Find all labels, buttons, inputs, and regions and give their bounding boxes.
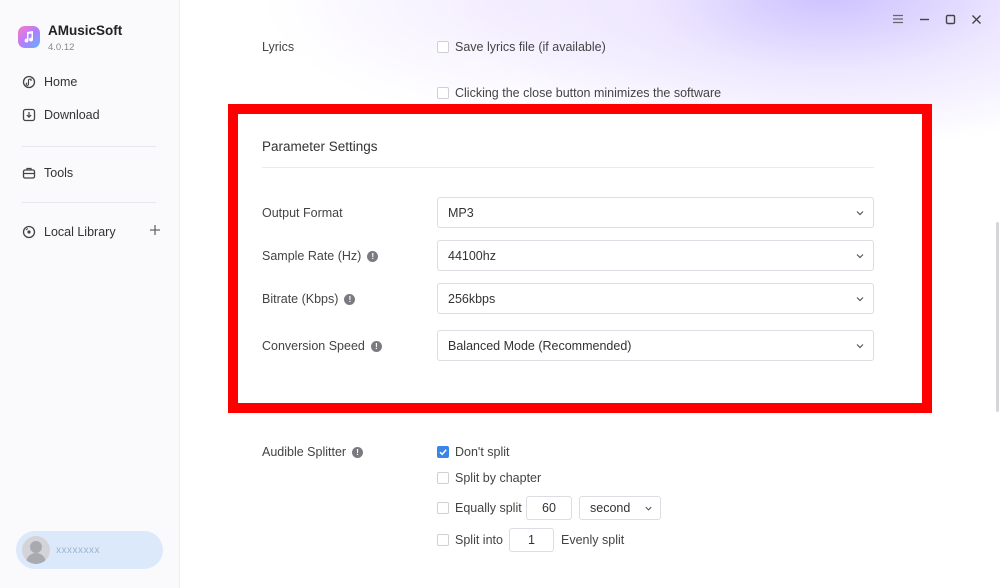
download-box-icon — [22, 108, 36, 122]
equally-split-value-input[interactable]: 60 — [526, 496, 572, 520]
split-unit-select[interactable]: second — [579, 496, 661, 520]
sample-rate-label-row: Sample Rate (Hz)! — [262, 249, 379, 263]
equally-split-checkbox[interactable] — [437, 502, 449, 514]
sample-rate-select[interactable]: 44100hz — [437, 240, 874, 271]
close-minimize-option[interactable]: Clicking the close button minimizes the … — [437, 86, 721, 100]
sidebar-item-label: Home — [44, 75, 78, 89]
chevron-down-icon — [856, 211, 864, 216]
chevron-down-icon — [645, 506, 652, 511]
sidebar-item-local-library[interactable]: Local Library — [22, 222, 162, 242]
close-icon — [971, 14, 981, 24]
plus-icon — [150, 225, 160, 235]
dont-split-checkbox[interactable] — [437, 446, 449, 458]
menu-icon — [893, 14, 903, 24]
output-format-value: MP3 — [448, 205, 474, 220]
close-minimize-checkbox[interactable] — [437, 87, 449, 99]
section-title: Parameter Settings — [262, 139, 378, 154]
minimize-icon — [919, 18, 929, 20]
window-controls — [892, 13, 982, 25]
maximize-icon — [945, 14, 955, 24]
sidebar-divider — [22, 202, 156, 203]
app-version: 4.0.12 — [48, 42, 75, 53]
add-library-button[interactable] — [148, 224, 162, 238]
dont-split-label: Don't split — [455, 445, 510, 459]
conversion-speed-value: Balanced Mode (Recommended) — [448, 338, 632, 353]
header-gradient — [260, 0, 760, 120]
app-window: AMusicSoft 4.0.12 Home Download Tools Lo… — [0, 0, 1000, 588]
avatar — [22, 536, 50, 564]
info-icon[interactable]: ! — [352, 447, 364, 459]
conversion-speed-select[interactable]: Balanced Mode (Recommended) — [437, 330, 874, 361]
scrollbar[interactable] — [996, 222, 999, 412]
sidebar-item-label: Download — [44, 108, 100, 122]
split-into-label: Split into — [455, 533, 503, 547]
conversion-speed-label-row: Conversion Speed! — [262, 339, 382, 353]
audible-splitter-label-row: Audible Splitter! — [262, 445, 364, 459]
conversion-speed-label: Conversion Speed — [262, 339, 365, 353]
save-lyrics-checkbox[interactable] — [437, 41, 449, 53]
bitrate-select[interactable]: 256kbps — [437, 283, 874, 314]
settings-panel: Lyrics Save lyrics file (if available) C… — [180, 0, 1000, 588]
bitrate-label-row: Bitrate (Kbps)! — [262, 292, 356, 306]
sidebar-item-label: Local Library — [44, 225, 116, 239]
split-into-value-input[interactable]: 1 — [509, 528, 554, 552]
output-format-select[interactable]: MP3 — [437, 197, 874, 228]
minimize-button[interactable] — [918, 13, 930, 25]
music-disc-icon — [22, 75, 36, 89]
chevron-down-icon — [856, 254, 864, 259]
section-divider — [262, 167, 874, 168]
sample-rate-label: Sample Rate (Hz) — [262, 249, 362, 263]
bitrate-value: 256kbps — [448, 291, 496, 306]
sidebar-item-label: Tools — [44, 166, 74, 180]
chevron-down-icon — [856, 297, 864, 302]
checkmark-icon — [439, 449, 447, 456]
local-library-icon — [22, 225, 36, 239]
bitrate-label: Bitrate (Kbps) — [262, 292, 339, 306]
sidebar-item-tools[interactable]: Tools — [22, 163, 162, 183]
sidebar: AMusicSoft 4.0.12 Home Download Tools Lo… — [0, 0, 180, 588]
app-logo-icon — [18, 26, 40, 48]
equally-split-label: Equally split — [455, 501, 522, 515]
sidebar-divider — [22, 146, 156, 147]
save-lyrics-option[interactable]: Save lyrics file (if available) — [437, 40, 606, 54]
chevron-down-icon — [856, 344, 864, 349]
split-by-chapter-checkbox[interactable] — [437, 472, 449, 484]
output-format-label: Output Format — [262, 206, 343, 220]
user-name: xxxxxxxx — [56, 544, 100, 556]
info-icon[interactable]: ! — [367, 251, 379, 263]
close-button[interactable] — [970, 13, 982, 25]
maximize-button[interactable] — [944, 13, 956, 25]
save-lyrics-label: Save lyrics file (if available) — [455, 40, 606, 54]
menu-button[interactable] — [892, 13, 904, 25]
evenly-split-label: Evenly split — [561, 533, 625, 547]
toolbox-icon — [22, 166, 36, 180]
equally-split-option[interactable]: Equally split — [437, 501, 522, 515]
brand: AMusicSoft 4.0.12 — [18, 22, 122, 53]
app-name: AMusicSoft — [48, 23, 123, 38]
sidebar-item-home[interactable]: Home — [22, 72, 162, 92]
user-account-pill[interactable]: xxxxxxxx — [16, 531, 163, 569]
split-into-checkbox[interactable] — [437, 534, 449, 546]
sample-rate-value: 44100hz — [448, 248, 496, 263]
split-by-chapter-option[interactable]: Split by chapter — [437, 471, 541, 485]
info-icon[interactable]: ! — [370, 341, 382, 353]
lyrics-label: Lyrics — [262, 40, 295, 54]
split-into-option[interactable]: Split into — [437, 533, 503, 547]
close-minimize-label: Clicking the close button minimizes the … — [455, 86, 722, 100]
audible-splitter-label: Audible Splitter — [262, 445, 347, 459]
split-unit-value: second — [590, 501, 631, 515]
dont-split-option[interactable]: Don't split — [437, 445, 510, 459]
info-icon[interactable]: ! — [344, 294, 356, 306]
sidebar-item-download[interactable]: Download — [22, 105, 162, 125]
split-by-chapter-label: Split by chapter — [455, 471, 542, 485]
